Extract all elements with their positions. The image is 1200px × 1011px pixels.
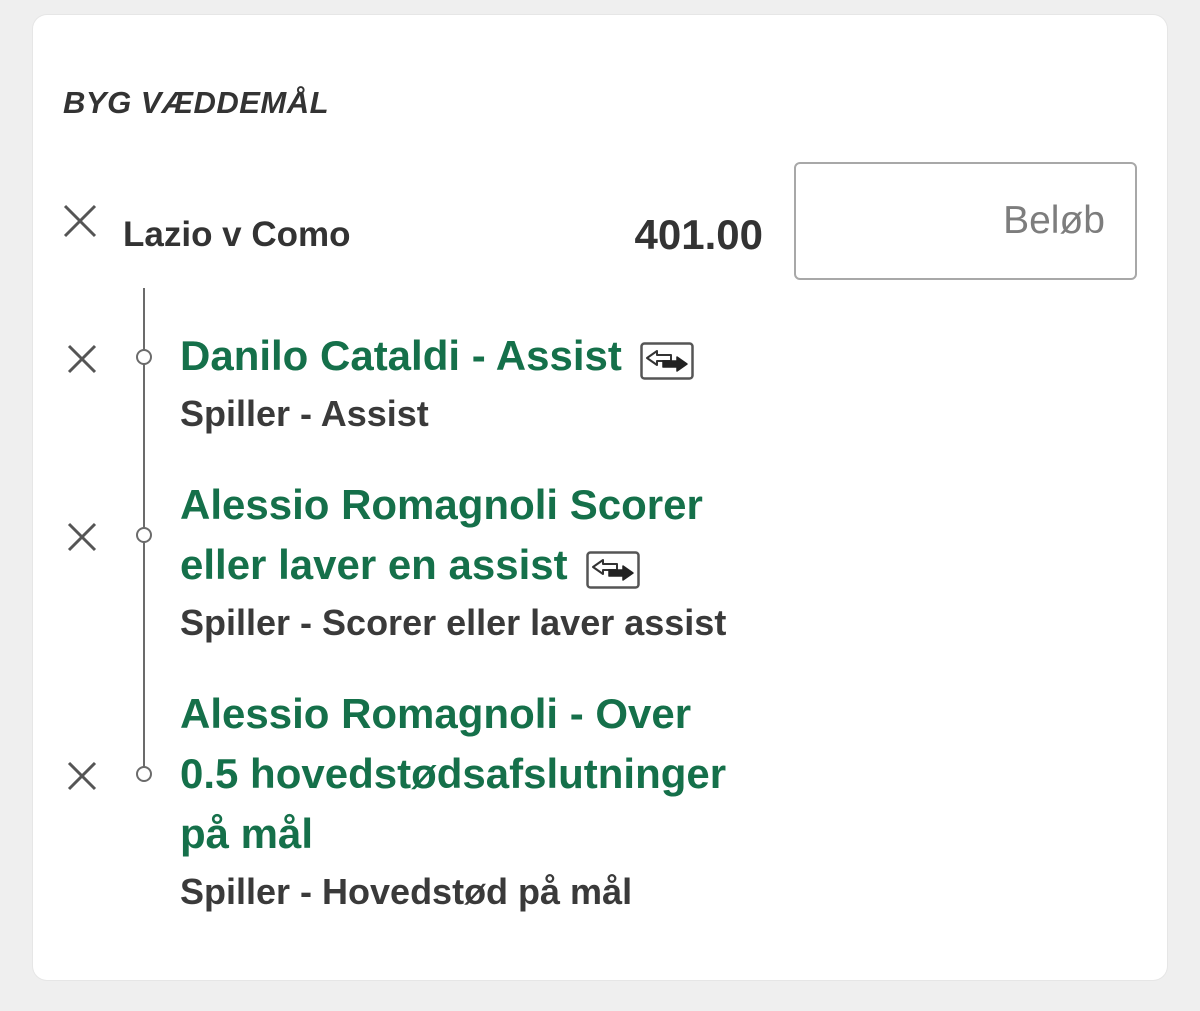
selection-market: Spiller - Assist bbox=[180, 393, 429, 434]
bet-builder-card: BYG VÆDDEMÅL Lazio v Como 401.00 Danilo … bbox=[33, 15, 1167, 980]
selection-title-line: Alessio Romagnoli Scorer bbox=[180, 481, 703, 528]
selection-title-text: Danilo Cataldi - Assist bbox=[180, 332, 622, 379]
timeline-node bbox=[136, 349, 152, 365]
close-icon bbox=[67, 522, 97, 552]
close-icon bbox=[67, 344, 97, 374]
selection-title-line: 0.5 hovedstødsafslutninger bbox=[180, 750, 727, 797]
remove-selection-button[interactable] bbox=[65, 520, 99, 554]
close-icon bbox=[67, 761, 97, 791]
swap-icon[interactable] bbox=[585, 545, 640, 589]
selection-market: Spiller - Scorer eller laver assist bbox=[180, 602, 727, 643]
selection-title: Danilo Cataldi - Assist bbox=[180, 326, 694, 386]
selection-market: Spiller - Hovedstød på mål bbox=[180, 871, 633, 912]
timeline-node bbox=[136, 527, 152, 543]
close-icon bbox=[63, 204, 97, 238]
selection-title-line: Alessio Romagnoli - Over bbox=[180, 690, 692, 737]
bet-builder-title: BYG VÆDDEMÅL bbox=[63, 85, 330, 120]
selection-title-line: eller laver en assist bbox=[180, 535, 703, 595]
event-name: Lazio v Como bbox=[123, 215, 351, 254]
remove-event-button[interactable] bbox=[63, 204, 97, 238]
combined-odds: 401.00 bbox=[634, 211, 763, 258]
stake-input[interactable] bbox=[794, 162, 1137, 280]
selection-title: Alessio Romagnoli Scorer eller laver en … bbox=[180, 475, 703, 595]
remove-selection-button[interactable] bbox=[65, 759, 99, 793]
remove-selection-button[interactable] bbox=[65, 342, 99, 376]
swap-icon[interactable] bbox=[640, 336, 694, 380]
selection-title: Alessio Romagnoli - Over 0.5 hovedstødsa… bbox=[180, 684, 726, 864]
selection-title-text: eller laver en assist bbox=[180, 541, 568, 588]
selection-title-line: på mål bbox=[180, 810, 314, 857]
timeline-node bbox=[136, 766, 152, 782]
